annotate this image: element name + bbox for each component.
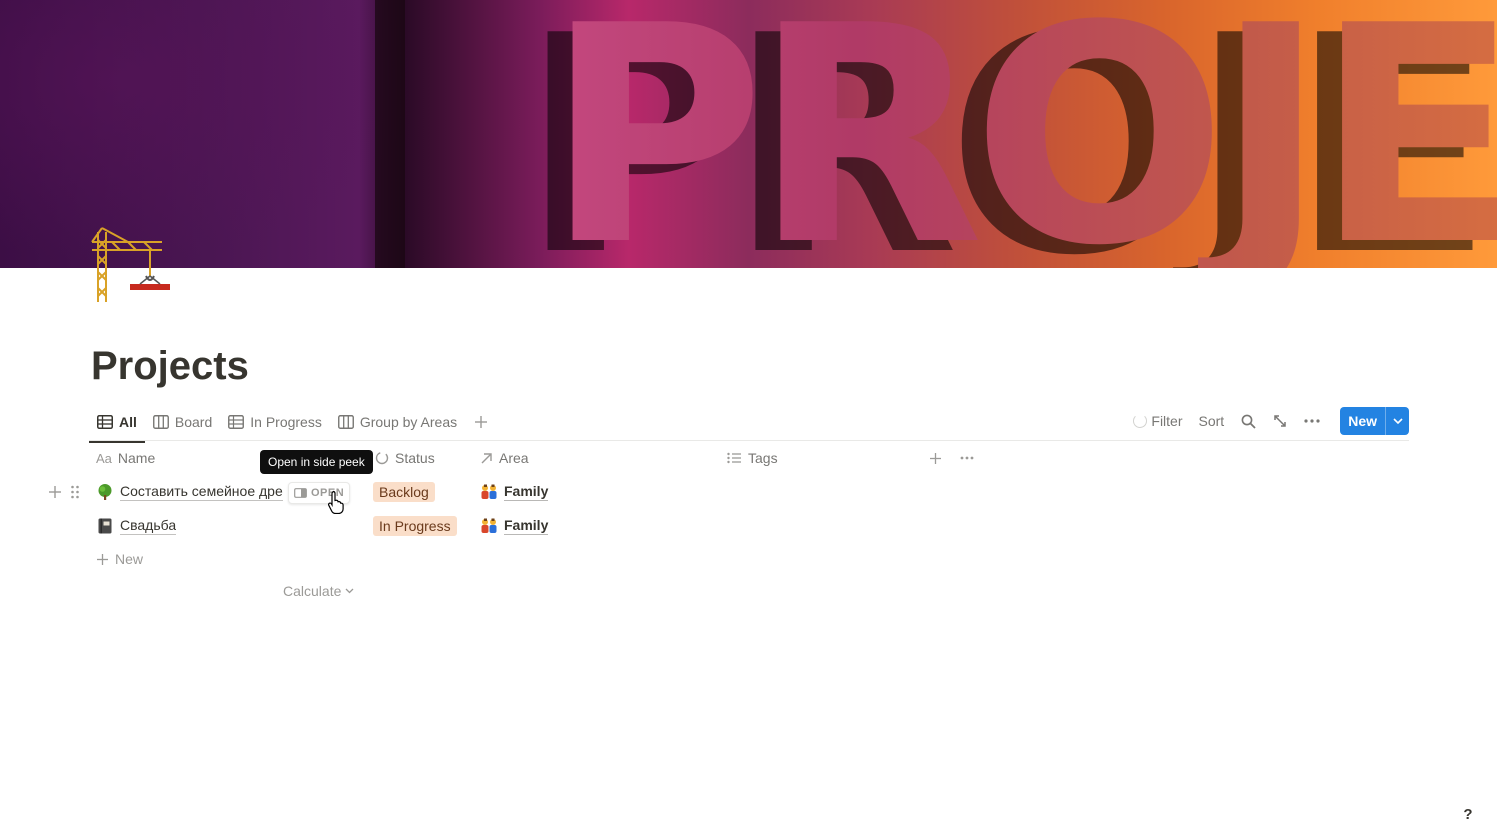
view-tabs: All Board In Progress Group by Areas (89, 404, 493, 443)
plus-icon (930, 452, 941, 464)
list-icon (727, 452, 741, 464)
hand-pointer-cursor-icon (328, 490, 344, 514)
calculate-button[interactable]: Calculate (283, 581, 354, 601)
board-icon (152, 415, 169, 429)
tab-board[interactable]: Board (145, 406, 220, 438)
add-row-plus-icon[interactable] (48, 485, 62, 499)
table-icon (97, 415, 113, 429)
status-badge: In Progress (373, 516, 457, 536)
tab-board-label: Board (174, 414, 213, 430)
relation-arrow-icon (481, 452, 492, 463)
column-tags-label: Tags (748, 450, 778, 466)
filter-button[interactable]: Filter (1127, 407, 1188, 435)
expand-button[interactable] (1266, 407, 1294, 435)
row-area-cell[interactable]: Family (480, 475, 549, 509)
board-icon (337, 415, 354, 429)
database-toolbar: Filter Sort New (1127, 407, 1409, 435)
add-row-button[interactable]: New (96, 548, 143, 570)
family-icon (480, 517, 498, 535)
search-button[interactable] (1234, 407, 1262, 435)
add-row-label: New (115, 551, 144, 567)
table-row[interactable]: Составить семейное дре Backlog Family (89, 475, 979, 509)
row-name-cell[interactable]: Составить семейное дре (96, 475, 283, 509)
column-name-label: Name (117, 450, 156, 466)
drag-handle-icon[interactable] (70, 485, 80, 499)
tooltip: Open in side peek (260, 450, 373, 474)
new-button-group: New (1340, 407, 1409, 435)
family-icon (480, 483, 498, 501)
row-area-text[interactable]: Family (504, 517, 549, 535)
table-icon (228, 415, 245, 429)
column-header-name[interactable]: Aa Name (89, 441, 155, 475)
chevron-down-icon (1392, 418, 1403, 424)
tab-group-by-areas-label: Group by Areas (359, 414, 458, 430)
tab-group-by-areas[interactable]: Group by Areas (330, 406, 465, 438)
more-options-button[interactable] (1298, 407, 1326, 435)
column-status-label: Status (395, 450, 435, 466)
table-row[interactable]: Свадьба In Progress Family (89, 509, 979, 543)
status-badge: Backlog (373, 482, 435, 502)
cover-word: PROJECTS (545, 0, 1497, 268)
side-peek-icon (294, 488, 307, 498)
plus-icon (475, 416, 488, 428)
row-status-cell[interactable]: In Progress (373, 509, 457, 543)
row-handles (48, 482, 80, 502)
add-view-button[interactable] (469, 410, 493, 434)
row-area-cell[interactable]: Family (480, 509, 549, 543)
row-status-cell[interactable]: Backlog (373, 475, 435, 509)
cover-image: PROJECTS PROJECTS (375, 0, 1497, 268)
page-cover[interactable]: PROJECTS PROJECTS (0, 0, 1497, 268)
chevron-down-icon (345, 588, 354, 594)
column-header-area[interactable]: Area (473, 441, 529, 475)
new-button[interactable]: New (1340, 407, 1385, 435)
text-property-icon: Aa (96, 450, 112, 466)
construction-crane-icon[interactable] (88, 226, 172, 306)
more-horizontal-icon (1304, 419, 1320, 423)
tab-all-label: All (119, 414, 137, 430)
column-area-label: Area (499, 450, 529, 466)
more-horizontal-icon (960, 456, 974, 460)
search-icon (1241, 414, 1256, 429)
row-name-text[interactable]: Свадьба (120, 517, 177, 535)
add-property-button[interactable] (922, 441, 942, 475)
table-header: Aa Name Status Area Tags (89, 441, 979, 475)
row-name-cell[interactable]: Свадьба (96, 509, 177, 543)
tree-icon (96, 483, 114, 501)
help-button[interactable]: ? (1459, 806, 1477, 823)
sort-label: Sort (1198, 413, 1225, 429)
notebook-icon (96, 517, 114, 535)
row-name-text[interactable]: Составить семейное дре (120, 483, 283, 501)
calculate-label: Calculate (283, 583, 342, 599)
loading-spinner-icon (1133, 414, 1148, 428)
row-area-text[interactable]: Family (504, 483, 549, 501)
tab-in-progress-label: In Progress (250, 414, 322, 430)
column-options-button[interactable] (953, 441, 974, 475)
expand-arrows-icon (1274, 415, 1286, 427)
status-icon (375, 451, 389, 465)
sort-button[interactable]: Sort (1193, 407, 1231, 435)
tab-in-progress[interactable]: In Progress (220, 406, 330, 438)
filter-label: Filter (1151, 413, 1183, 429)
column-header-status[interactable]: Status (368, 441, 435, 475)
tab-all[interactable]: All (89, 406, 145, 443)
new-dropdown-button[interactable] (1385, 407, 1409, 435)
column-header-tags[interactable]: Tags (720, 441, 778, 475)
page-title[interactable]: Projects (91, 344, 249, 389)
plus-icon (97, 553, 108, 565)
